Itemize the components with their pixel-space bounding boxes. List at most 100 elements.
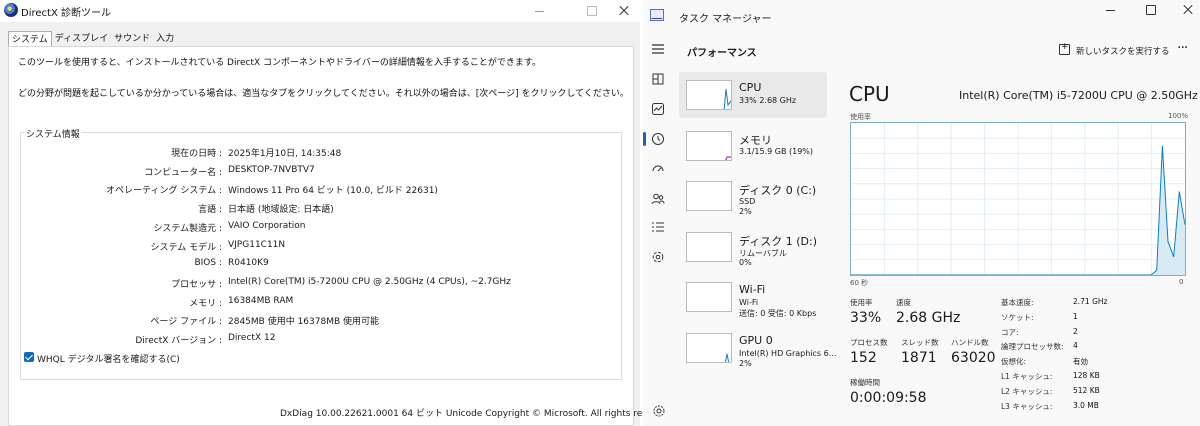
processes-label: プロセス数 xyxy=(850,338,888,347)
dxdiag-window: DirectX 診断ツール システム ディスプレイ サウンド 入力 このツールを… xyxy=(0,0,676,426)
system-info-key: DirectX バージョン : xyxy=(135,336,222,346)
tab-sound[interactable]: サウンド xyxy=(111,31,153,47)
memory-thumb-line xyxy=(725,156,731,160)
app-history-icon[interactable] xyxy=(647,128,669,150)
device-thumbnail-graph xyxy=(686,282,732,312)
maximize-icon[interactable] xyxy=(1133,0,1169,22)
device-thumbnail-graph xyxy=(686,130,732,161)
users-icon[interactable] xyxy=(647,188,669,210)
device-memory[interactable]: メモリ 3.1/15.9 GB (19%) xyxy=(679,123,827,169)
intro-text: このツールを使用すると、インストールされている DirectX コンポーネントや… xyxy=(18,58,541,68)
graph-axis-left-label: 60 秒 xyxy=(850,279,869,287)
cpu-usage-graph-svg xyxy=(851,123,1186,276)
minimize-icon[interactable] xyxy=(520,0,560,22)
system-info-row: コンピューター名 : DESKTOP-7NVBTV7 xyxy=(0,165,640,179)
system-info-key: オペレーティング システム : xyxy=(106,186,222,197)
dxdiag-titlebar: DirectX 診断ツール xyxy=(0,0,640,22)
usage-label: 使用率 xyxy=(850,298,873,307)
tm-nav-rail xyxy=(643,32,673,426)
cpu-spec-value: 512 KB xyxy=(1073,385,1100,395)
processes-icon[interactable] xyxy=(647,68,669,90)
graph-axis-right-label: 0 xyxy=(1179,278,1184,286)
handles-value: 63020 xyxy=(951,350,996,366)
device-gpu-0[interactable]: GPU 0 Intel(R) HD Graphics 6... 2% xyxy=(679,325,836,371)
dxdiag-window-title: DirectX 診断ツール xyxy=(21,8,111,19)
graph-label-max: 100% xyxy=(1168,112,1189,120)
threads-label: スレッド数 xyxy=(901,338,939,347)
device-disk-1[interactable]: ディスク 1 (D:) リムーバブル 0% xyxy=(679,224,827,270)
system-info-value: 16384MB RAM xyxy=(228,295,294,306)
uptime-label: 稼働時間 xyxy=(850,378,880,387)
system-info-row: 言語 : 日本語 (地域設定: 日本語) xyxy=(0,202,640,216)
system-info-key: 言語 : xyxy=(198,205,222,216)
settings-icon[interactable] xyxy=(648,400,670,422)
system-info-row: オペレーティング システム : Windows 11 Pro 64 ビット (10… xyxy=(0,183,640,197)
run-new-task-button[interactable]: 新しいタスクを実行する xyxy=(1076,45,1170,57)
device-subtitle: Wi-Fi xyxy=(739,298,759,307)
usage-value: 33% xyxy=(850,310,882,326)
device-cpu[interactable]: CPU 33% 2.68 GHz xyxy=(679,72,827,118)
speed-value: 2.68 GHz xyxy=(896,310,961,326)
speed-label: 速度 xyxy=(896,298,911,307)
system-info-value: 2845MB 使用中 16378MB 使用可能 xyxy=(228,317,379,328)
handles-label: ハンドル数 xyxy=(951,338,989,347)
device-subtitle: SSD xyxy=(739,197,756,206)
system-info-row: ページ ファイル : 2845MB 使用中 16378MB 使用可能 xyxy=(0,314,640,328)
device-subtitle-2: 0% xyxy=(739,257,752,267)
cpu-spec-key: L1 キャッシュ: xyxy=(1001,372,1053,381)
device-thumbnail-graph xyxy=(686,181,732,211)
run-new-task-icon[interactable] xyxy=(1059,42,1070,55)
device-name: メモリ xyxy=(739,133,772,147)
dxdiag-footer: DxDiag 10.00.22621.0001 64 ビット Unicode C… xyxy=(280,409,676,419)
system-info-value: Intel(R) Core(TM) i5-7200U CPU @ 2.50GHz… xyxy=(228,276,511,287)
cpu-spec-value: 4 xyxy=(1073,341,1078,351)
whql-checkbox[interactable] xyxy=(24,352,34,362)
cpu-spec-key: 基本速度: xyxy=(1001,298,1034,307)
task-manager-window: タスク マネージャー パフォーマンス + 新しいタスクを実行する ··· CPU… xyxy=(643,0,1200,426)
close-icon[interactable] xyxy=(1171,0,1200,22)
performance-icon[interactable] xyxy=(647,98,669,120)
cpu-spec-key: L3 キャッシュ: xyxy=(1001,401,1053,411)
close-icon[interactable] xyxy=(604,0,644,22)
whql-checkbox-label[interactable]: WHQL デジタル署名を確認する(C) xyxy=(37,352,180,365)
device-wifi[interactable]: Wi-Fi Wi-Fi 送信: 0 受信: 0 Kbps xyxy=(679,274,827,320)
gpu-thumb-line xyxy=(724,353,730,362)
detail-title: CPU xyxy=(849,82,890,106)
page-title: パフォーマンス xyxy=(687,48,757,59)
graph-label-usage: 使用率 xyxy=(850,113,871,121)
system-info-value: DESKTOP-7NVBTV7 xyxy=(228,164,315,175)
more-options-icon[interactable]: ··· xyxy=(1177,40,1188,56)
startup-icon[interactable] xyxy=(647,158,669,180)
services-icon[interactable] xyxy=(647,246,669,268)
tm-titlebar: タスク マネージャー xyxy=(643,0,1200,32)
system-info-key: コンピューター名 : xyxy=(144,167,222,178)
device-name: CPU xyxy=(739,81,762,94)
cpu-spec-key: 仮想化: xyxy=(1001,357,1027,367)
system-info-row: プロセッサ : Intel(R) Core(TM) i5-7200U CPU @ … xyxy=(0,277,640,291)
hamburger-icon[interactable] xyxy=(647,38,669,60)
device-name: ディスク 0 (C:) xyxy=(739,184,817,197)
tab-display[interactable]: ディスプレイ xyxy=(52,31,111,47)
device-name: GPU 0 xyxy=(739,333,773,347)
system-info-key: システム モデル : xyxy=(150,242,222,253)
device-subtitle-2: 送信: 0 受信: 0 Kbps xyxy=(739,309,817,318)
device-list: CPU 33% 2.68 GHz メモリ 3.1/15.9 GB (19%) ディスク … xyxy=(677,72,836,372)
system-info-key: BIOS : xyxy=(194,258,222,269)
system-info-value: 2025年1月10日, 14:35:48 xyxy=(228,149,342,159)
cpu-spec-value: 有効 xyxy=(1073,357,1088,367)
cpu-spec-key: コア: xyxy=(1001,327,1019,337)
minimize-icon[interactable] xyxy=(1093,0,1129,22)
tab-input[interactable]: 入力 xyxy=(153,31,177,47)
system-info-row: 現在の日時 : 2025年1月10日, 14:35:48 xyxy=(0,146,640,160)
tab-system[interactable]: システム xyxy=(8,31,52,47)
cpu-thumb-line xyxy=(723,88,731,109)
device-thumbnail-graph xyxy=(686,231,732,262)
device-disk-0[interactable]: ディスク 0 (C:) SSD 2% xyxy=(679,173,827,219)
system-info-key: ページ ファイル : xyxy=(150,317,222,328)
system-info-group-label: システム情報 xyxy=(24,127,82,140)
cpu-spec-value: 3.0 MB xyxy=(1073,400,1099,410)
cpu-spec-key: L2 キャッシュ: xyxy=(1001,386,1053,396)
system-info-value: DirectX 12 xyxy=(228,333,276,343)
details-icon[interactable] xyxy=(647,216,669,238)
device-thumbnail-graph xyxy=(686,332,732,363)
